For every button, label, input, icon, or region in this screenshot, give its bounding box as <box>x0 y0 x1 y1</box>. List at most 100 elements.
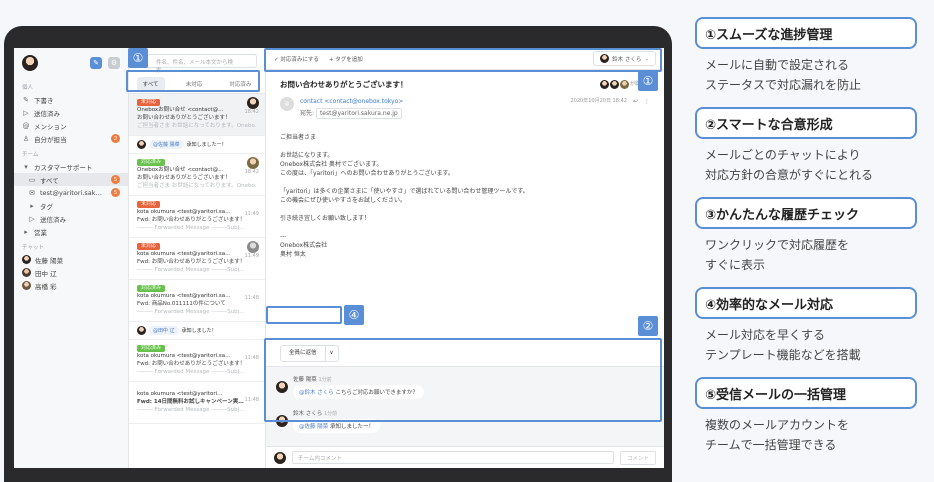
tab-unhandled[interactable]: 未対応 <box>180 77 209 91</box>
mail-from: Oneboxお問い合せ <contact@… <box>137 107 224 113</box>
feature-line: メール対応を早くする <box>705 328 826 342</box>
sidebar-item-label: カスタマーサポート <box>34 163 93 172</box>
tab-handled[interactable]: 対応済み <box>223 77 257 91</box>
mail-date: 2020年10月20日 18:42 <box>570 98 627 104</box>
mail-body: ご担当者さま お世話になります。 Onebox株式会社 奥村でございます。 この… <box>280 134 529 258</box>
chat-author: 佐藤 陽菜 <box>293 377 317 383</box>
chat-user-item[interactable]: 田中 辽 <box>14 266 128 279</box>
status-badge: 対応済み <box>137 345 166 352</box>
add-tag-button[interactable]: + タグを追加 <box>329 55 363 63</box>
comment-input[interactable]: チーム内コメント <box>292 451 614 464</box>
mail-list-item[interactable]: 対応済み kota okumura <test@yaritori.sa… Fwd… <box>129 340 265 382</box>
mail-from: kota okumura <test@yaritori… <box>137 391 223 397</box>
comment-bar: チーム内コメント コメント <box>266 446 664 468</box>
mail-time: 11:48 <box>244 355 259 361</box>
mail-list-item[interactable]: 未対応 kota okumura <test@yaritori.sa… Fwd:… <box>129 238 265 280</box>
status-badge: 対応済み <box>137 159 166 166</box>
status-badge: 未対応 <box>137 243 161 250</box>
mail-from: kota okumura <test@yaritori.sa… <box>137 251 231 257</box>
sidebar-item-all[interactable]: ▭ すべて 5 <box>14 173 128 186</box>
settings-icon[interactable]: ⚙ <box>108 57 120 69</box>
reply-icon[interactable]: ↩ <box>633 97 638 106</box>
feature-title: ①スムーズな進捗管理 <box>695 17 917 49</box>
feature-line: メールごとのチャットにより <box>705 148 861 162</box>
sidebar-item-account[interactable]: ✉ test@yaritori.sak… 5 <box>14 186 128 199</box>
mail-subject: Fwd: 商品No.011111の件について <box>137 301 226 307</box>
sidebar-item-sales[interactable]: ▸ 営業 <box>14 225 128 238</box>
mail-time: 11:49 <box>244 211 259 217</box>
mail-list-column: 件名、件名、メール本文から検索 すべて 未対応 対応済み 未対応 Oneboxお… <box>129 48 266 468</box>
feature-description: 複数のメールアカウントを チームで一括管理できる <box>695 409 927 467</box>
reply-all-label: 全員に返信 <box>289 350 317 356</box>
comment-button[interactable]: コメント <box>619 450 656 465</box>
feature-item: ②スマートな合意形成 メールごとのチャットにより 対応方針の合意がすぐにとれる <box>695 107 927 197</box>
sidebar-item-tags[interactable]: ▸ タグ <box>14 199 128 212</box>
avatar <box>137 326 146 335</box>
mail-preview: -------- Forwarded Message --------Subj… <box>137 369 245 375</box>
mail-list-item[interactable]: 未対応 Oneboxお問い合せ <contact@… お問い合わせありがとうござ… <box>129 94 265 136</box>
chevron-down-icon[interactable]: ∨ <box>324 346 338 361</box>
sidebar-item-label: 営業 <box>34 228 47 237</box>
viewer-avatar <box>599 80 609 89</box>
sidebar-item-label: 自分が担当 <box>34 135 67 144</box>
chat-user-name: 佐藤 陽菜 <box>35 256 64 265</box>
tab-all[interactable]: すべて <box>136 76 165 91</box>
chat-time: 1分前 <box>318 377 332 383</box>
status-badge: 対応済み <box>137 285 166 292</box>
sidebar-item-sent[interactable]: ▷ 送信済み <box>14 106 128 119</box>
mail-from: Oneboxお問い合せ <contact@… <box>137 167 224 173</box>
mail-preview: -------- Forwarded Message --------Subj… <box>137 225 245 231</box>
chat-user-item[interactable]: 高橋 彩 <box>14 279 128 292</box>
search-input[interactable]: 件名、件名、メール本文から検索 <box>137 54 257 74</box>
chat-user-item[interactable]: 佐藤 陽菜 <box>14 253 128 266</box>
assignee-name: 鈴木 さくら <box>612 56 642 63</box>
reply-all-button[interactable]: 全員に返信 ∨ <box>280 345 339 362</box>
feature-item: ⑤受信メールの一括管理 複数のメールアカウントを チームで一括管理できる <box>695 377 927 467</box>
sidebar-item-label: 下書き <box>34 96 54 105</box>
viewer-avatar <box>619 80 629 89</box>
mail-preview: -------- Forwarded Message --------Subj… <box>137 407 245 413</box>
avatar <box>137 140 146 149</box>
mail-from: kota okumura <test@yaritori.sa… <box>137 209 231 215</box>
mail-preview: ご担当者さま お世話になっております。Onebo… <box>137 123 257 129</box>
mail-list-item[interactable]: 対応済み Oneboxお問い合せ <contact@… お問い合わせありがとうご… <box>129 154 265 196</box>
count-badge: 5 <box>111 188 120 197</box>
feature-list: ①スムーズな進捗管理 メールに自動で設定される ステータスで対応漏れを防止 ②スマ… <box>695 17 927 467</box>
sidebar-item-assigned[interactable]: ♙ 自分が担当 2 <box>14 132 128 145</box>
mail-subject: Fwd: お問い合わせありがとうございます！ <box>137 259 246 265</box>
more-icon[interactable]: ⋮ <box>644 97 650 106</box>
feature-description: メールごとのチャットにより 対応方針の合意がすぐにとれる <box>695 139 927 197</box>
sidebar-item-team[interactable]: ▾ カスタマーサポート <box>14 160 128 173</box>
avatar <box>274 451 286 464</box>
assignee-select[interactable]: 鈴木 さくら ⌄ <box>593 51 656 66</box>
user-avatar[interactable] <box>22 55 38 71</box>
compose-icon[interactable]: ✎ <box>90 57 102 69</box>
mail-chat-preview[interactable]: @佐藤 陽菜 承知しましたー！ <box>129 136 265 154</box>
chat-text: 承知しましたー！ <box>330 424 375 430</box>
mark-done-button[interactable]: ✓ 対応済みにする <box>274 55 319 63</box>
mail-list-item[interactable]: 対応済み kota okumura <test@yaritori.sa… Fwd… <box>129 280 265 322</box>
callout-number: ② <box>638 316 658 336</box>
mail-list-item[interactable]: 未対応 kota okumura <test@yaritori.sa… Fwd:… <box>129 196 265 238</box>
sidebar-item-label: タグ <box>40 202 53 211</box>
feature-item: ③かんたんな履歴チェック ワンクリックで対応履歴を すぐに表示 <box>695 197 927 287</box>
mail-subject-heading: お問い合わせありがとうございます！ <box>280 80 408 89</box>
feature-description: メールに自動で設定される ステータスで対応漏れを防止 <box>695 49 927 107</box>
mail-list-item[interactable]: kota okumura <test@yaritori… Fwd: 14日間無料… <box>129 382 265 424</box>
mail-time: 11:48 <box>244 295 259 301</box>
chevron-down-icon: ⌄ <box>644 55 649 62</box>
chat-time: 1分前 <box>324 411 338 417</box>
mail-preview: -------- Forwarded Message --------Subj… <box>137 267 245 273</box>
sidebar-item-drafts[interactable]: ✎ 下書き <box>14 93 128 106</box>
app-screen: ✎ ⚙ 個人 ✎ 下書き ▷ 送信済み @ メンション ♙ 自分が担当 2 チーム ▾ カス… <box>14 48 664 468</box>
mail-chat-preview[interactable]: @田中 辽 承知しました！ <box>129 322 265 340</box>
sender-link[interactable]: contact <contact@onebox.tokyo> <box>300 98 403 105</box>
sidebar-item-mentions[interactable]: @ メンション <box>14 119 128 132</box>
sidebar-item-team-sent[interactable]: ▷ 送信済み <box>14 212 128 225</box>
recipient-chip[interactable]: test@yaritori.sakura.ne.jp <box>315 108 402 119</box>
at-icon: @ <box>22 121 30 130</box>
feature-title: ②スマートな合意形成 <box>695 107 917 139</box>
avatar <box>600 54 610 63</box>
sidebar-item-label: メンション <box>34 122 67 131</box>
sender-avatar: @ <box>280 97 294 111</box>
